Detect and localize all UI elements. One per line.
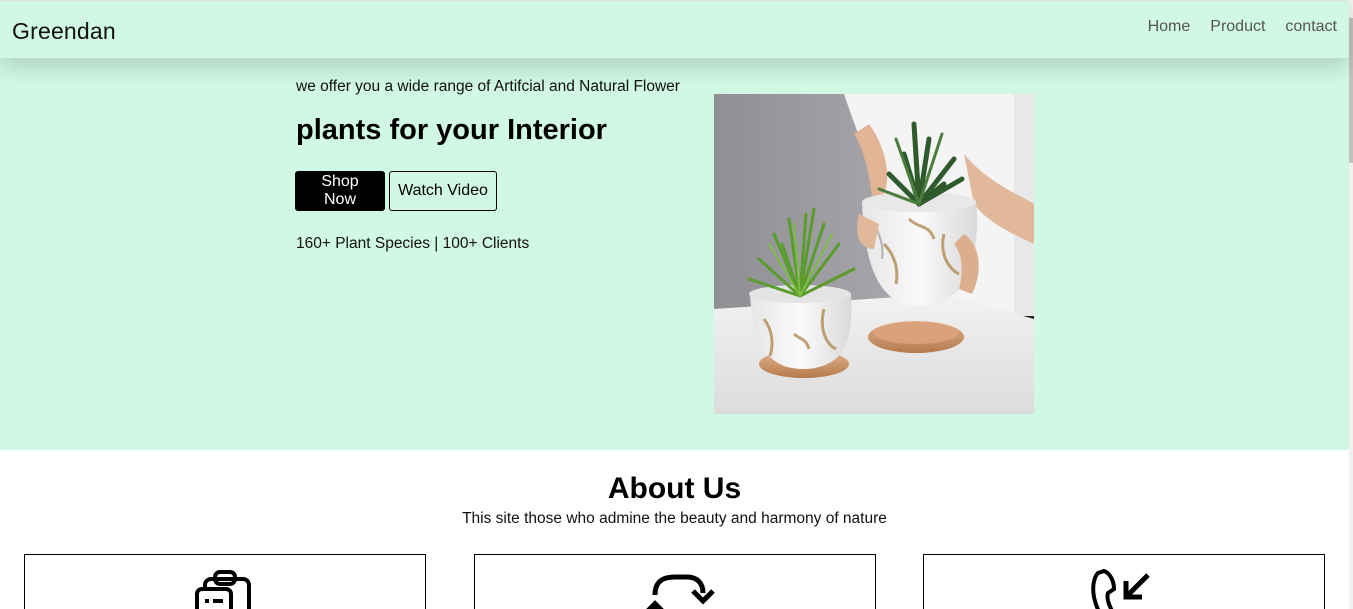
shop-now-button[interactable]: Shop Now bbox=[295, 171, 385, 211]
nav-link-home[interactable]: Home bbox=[1148, 18, 1191, 36]
page: Greendan Home Product contact we offer y… bbox=[0, 0, 1353, 609]
scrollbar-thumb[interactable] bbox=[1349, 18, 1353, 163]
nav-links: Home Product contact bbox=[1148, 18, 1337, 36]
watch-video-button[interactable]: Watch Video bbox=[389, 171, 497, 211]
navbar: Greendan Home Product contact bbox=[0, 0, 1349, 58]
brand-logo[interactable]: Greendan bbox=[12, 18, 116, 45]
feature-card-3 bbox=[923, 554, 1325, 609]
nav-link-product[interactable]: Product bbox=[1210, 18, 1265, 36]
phone-incoming-icon bbox=[1084, 567, 1164, 609]
clipboard-icon bbox=[193, 567, 257, 609]
page-scrollbar[interactable] bbox=[1349, 0, 1353, 609]
hero-stats: 160+ Plant Species | 100+ Clients bbox=[296, 235, 530, 252]
hero-headline: plants for your Interior bbox=[296, 114, 607, 146]
about-subtitle: This site those who admine the beauty an… bbox=[462, 510, 887, 527]
about-title: About Us bbox=[607, 472, 742, 505]
refresh-arrows-icon bbox=[635, 567, 715, 609]
nav-link-contact[interactable]: contact bbox=[1285, 18, 1337, 36]
hero-section: we offer you a wide range of Artifcial a… bbox=[0, 58, 1349, 450]
feature-card-2 bbox=[474, 554, 876, 609]
hero-tagline: we offer you a wide range of Artifcial a… bbox=[296, 78, 680, 95]
feature-card-1 bbox=[24, 554, 426, 609]
hero-plant-image bbox=[714, 94, 1034, 414]
hero-buttons: Shop Now Watch Video bbox=[295, 171, 497, 211]
